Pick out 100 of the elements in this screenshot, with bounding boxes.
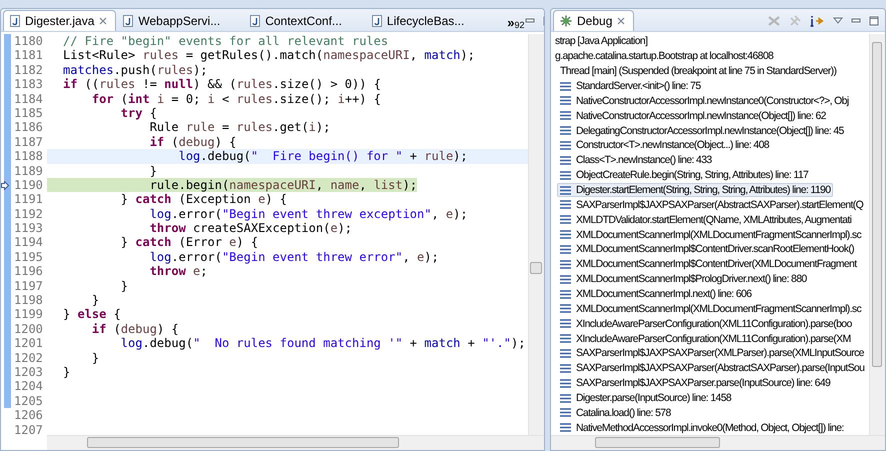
stack-frame-item[interactable]: DelegatingConstructorAccessorImpl.newInstance(Object[]) line: 45: [557, 123, 847, 138]
code-line: matches.push(rules);: [62, 62, 208, 78]
java-file-icon: [250, 15, 260, 27]
stack-frame-icon: [560, 319, 571, 328]
stack-frame-item[interactable]: ObjectCreateRule.begin(String, String, Attributes) line: 117: [557, 168, 812, 183]
stack-frame-icon: [560, 423, 571, 432]
line-number: 1186: [13, 120, 44, 135]
stack-frame-icon: [560, 82, 571, 90]
stack-frame-item[interactable]: XMLDocumentScannerImpl(XMLDocumentFragmentScannerImpl).sc: [557, 227, 864, 242]
editor-tab[interactable]: WebappServi...: [116, 10, 230, 31]
line-number: 1192: [13, 206, 44, 222]
view-menu-icon[interactable]: [833, 16, 843, 24]
horizontal-scrollbar[interactable]: [47, 435, 544, 450]
stack-frame-item[interactable]: XMLDTDValidator.startElement(QName, XMLAttributes, Augmentati: [557, 212, 854, 228]
stack-frame-item[interactable]: XIncludeAwareParserConfiguration(XML11Configuration).parse(XM: [557, 331, 854, 346]
line-number: 1197: [13, 278, 44, 294]
stack-frame-icon: [560, 348, 571, 358]
bug-icon: [560, 15, 572, 27]
code-line: } else {: [62, 307, 121, 322]
line-number: 1202: [13, 350, 44, 365]
tree-item[interactable]: Thread [main] (Suspended (breakpoint at line 75 in StandardServer)): [557, 64, 840, 79]
stack-frame-icon: [560, 200, 571, 210]
step-filter-icon[interactable]: [809, 14, 825, 26]
stack-frame-item[interactable]: NativeConstructorAccessorImpl.newInstance(Object[]) line: 62: [557, 108, 829, 124]
line-number: 1195: [13, 250, 44, 264]
stack-frame-item[interactable]: Digester.startElement(String, String, String, Attributes) line: 1190: [557, 182, 834, 198]
line-number: 1198: [13, 293, 44, 308]
stack-frame-item[interactable]: XMLDocumentScannerImpl$ContentDriver.scanRootElementHook(): [557, 242, 858, 257]
close-icon[interactable]: [617, 17, 626, 25]
tree-item[interactable]: g.apache.catalina.startup.Bootstrap at localhost:46808: [552, 48, 776, 64]
code-line: }: [90, 293, 100, 308]
stack-frame-icon: [560, 140, 571, 150]
code-line: // Fire "begin" events for all relevant rules: [62, 34, 388, 48]
code-line: if (debug) {: [148, 134, 236, 150]
code-line: } catch (Error e) {: [120, 235, 258, 250]
code-line: List<Rule> rules = getRules().match(namespaceURI, match);: [62, 48, 475, 63]
java-file-icon: [10, 15, 20, 27]
stack-frame-item[interactable]: SAXParserImpl$JAXPSAXParser(AbstractSAXParser).parse(InputSou: [557, 360, 868, 376]
code-line: log.debug(" No rules found matching '" + match + "'.");: [120, 336, 526, 351]
code-line: log.error("Begin event threw error", e);: [148, 250, 439, 264]
stack-frame-item[interactable]: NativeMethodAccessorImpl.invoke0(Method, Object, Object[]) line:: [557, 420, 847, 435]
line-number: 1184: [13, 92, 44, 106]
stack-frame-item[interactable]: Catalina.load() line: 578: [557, 405, 674, 420]
stack-frame-item[interactable]: StandardServer.<init>() line: 75: [557, 78, 704, 94]
stack-frame-icon: [560, 290, 571, 299]
stack-frame-item[interactable]: Class<T>.newInstance() line: 433: [557, 152, 715, 168]
stack-frame-icon: [560, 126, 571, 136]
stack-frame-icon: [560, 230, 571, 240]
stack-frame-item[interactable]: XIncludeAwareParserConfiguration(XML11Configuration).parse(boo: [557, 316, 855, 332]
line-number: 1203: [13, 364, 44, 380]
stack-frame-icon: [560, 111, 571, 120]
editor-tab[interactable]: LifecycleBas...: [364, 10, 474, 31]
stack-frame-icon: [560, 244, 571, 254]
editor-tab[interactable]: Digester.java: [3, 10, 116, 31]
close-icon[interactable]: [99, 17, 108, 25]
line-number: 1185: [13, 106, 44, 120]
line-number: 1204: [13, 379, 44, 394]
stack-frame-icon: [560, 260, 571, 269]
line-number: 1194: [13, 235, 44, 250]
stack-frame-item[interactable]: SAXParserImpl$JAXPSAXParser(AbstractSAXParser).startElement(Q: [557, 197, 866, 212]
stack-frame-icon: [560, 215, 571, 224]
vertical-scrollbar[interactable]: [869, 34, 885, 435]
line-number: 1189: [13, 164, 44, 178]
stack-frame-item[interactable]: NativeConstructorAccessorImpl.newInstance0(Constructor<?>, Obj: [557, 93, 852, 108]
line-number: 1199: [13, 307, 44, 322]
tree-item[interactable]: strap [Java Application]: [552, 34, 650, 49]
minimize-icon[interactable]: [851, 16, 861, 26]
debug-tab[interactable]: Debug: [553, 10, 634, 31]
stack-frame-icon: [560, 408, 571, 418]
stack-frame-item[interactable]: SAXParserImpl$JAXPSAXParser.parse(InputSource) line: 649: [557, 376, 834, 391]
stack-frame-item[interactable]: XMLDocumentScannerImpl$ContentDriver(XMLDocumentFragment: [557, 256, 860, 272]
line-number: 1180: [13, 34, 44, 48]
code-line: }: [120, 278, 128, 294]
maximize-icon[interactable]: [869, 16, 879, 26]
overflow-tabs-button[interactable]: »92: [507, 10, 525, 31]
code-line: try {: [120, 106, 157, 120]
line-number: 1201: [13, 336, 44, 351]
stack-frame-item[interactable]: Digester.parse(InputSource) line: 1458: [557, 390, 734, 406]
stack-frame-item[interactable]: XMLDocumentScannerImpl.next() line: 606: [557, 286, 754, 302]
line-number: 1183: [13, 77, 44, 92]
line-number: 1181: [13, 48, 44, 63]
horizontal-scrollbar[interactable]: [551, 435, 885, 450]
java-file-icon: [372, 15, 382, 27]
stack-frame-item[interactable]: Constructor<T>.newInstance(Object...) line: 408: [557, 138, 772, 153]
line-number: 1191: [13, 192, 44, 207]
editor-tab[interactable]: ContextConf...: [243, 10, 351, 31]
minimize-icon[interactable]: [524, 16, 535, 26]
stack-frame-item[interactable]: SAXParserImpl$JAXPSAXParser(XMLParser).parse(XMLInputSource: [557, 346, 867, 361]
stack-frame-icon: [560, 170, 571, 180]
stack-frame-icon: [560, 186, 571, 195]
stack-frame-icon: [560, 334, 571, 344]
line-number: 1206: [13, 408, 44, 423]
line-number: 1190: [13, 178, 44, 192]
stack-frame-item[interactable]: XMLDocumentScannerImpl$PrologDriver.next() line: 880: [557, 272, 810, 287]
stack-frame-item[interactable]: XMLDocumentScannerImpl(XMLDocumentFragmentScannerImpl).sc: [557, 301, 864, 316]
stack-frame-icon: [560, 394, 571, 403]
line-number: 1196: [13, 264, 44, 279]
vertical-scrollbar[interactable]: [528, 34, 544, 435]
stack-frame-icon: [560, 274, 571, 284]
stack-frame-icon: [560, 378, 571, 388]
